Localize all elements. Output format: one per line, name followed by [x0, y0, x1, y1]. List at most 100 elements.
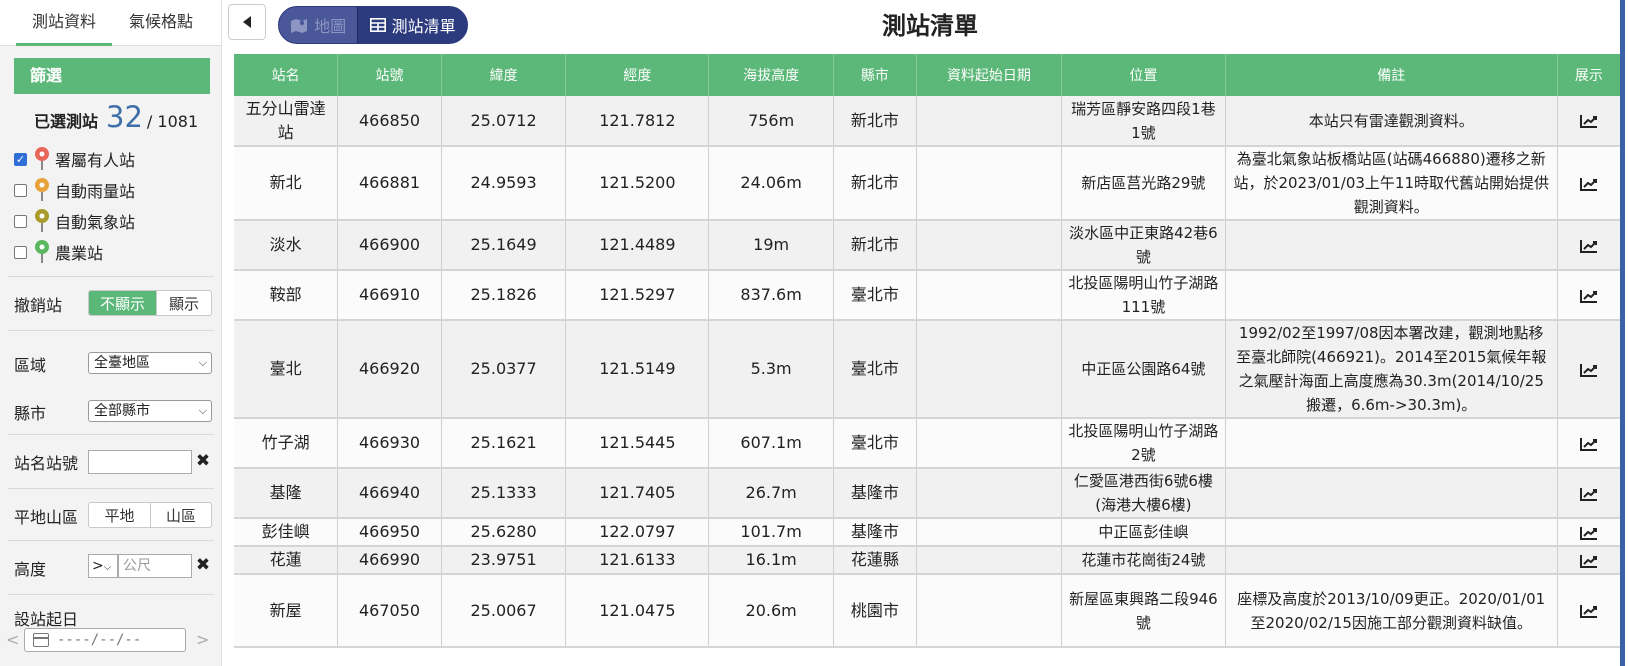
station-type-checkbox[interactable]: ✓	[14, 152, 27, 166]
show-chart-cell	[1557, 320, 1621, 419]
divider	[8, 540, 214, 541]
chevron-right-icon[interactable]: >	[196, 630, 209, 649]
data-start-date-cell	[916, 270, 1062, 321]
station-type-checkbox[interactable]	[14, 245, 27, 259]
chevron-down-icon: ⌵	[198, 404, 207, 417]
station-id-cell: 466920	[337, 320, 442, 419]
table-row[interactable]: 新北 466881 24.9593 121.5200 24.06m 新北市 新店區莒光路29…	[234, 146, 1621, 221]
start-date-label: 設站起日	[14, 610, 79, 629]
olive-pin-icon	[35, 209, 49, 232]
station-type-row[interactable]: ✓ 署屬有人站	[14, 146, 135, 172]
filter-header: 篩選	[14, 58, 210, 94]
table-row[interactable]: 花蓮 466990 23.9751 121.6133 16.1m 花蓮縣 花蓮市花崗街24號	[234, 546, 1621, 575]
clear-altitude-icon[interactable]: ✖	[194, 555, 212, 575]
column-header: 位置	[1061, 54, 1226, 96]
map-view-button[interactable]: 地圖	[279, 7, 359, 43]
chevron-left-icon[interactable]: <	[6, 630, 19, 649]
table-header-row: 站名 站號 緯度 經度 海拔高度 縣市 資料起始日期 位置 備註 展示	[234, 54, 1621, 96]
location-cell: 花蓮市花崗街24號	[1061, 546, 1226, 575]
column-header: 站號	[337, 54, 442, 96]
data-start-date-cell	[916, 418, 1062, 469]
altitude-cell: 607.1m	[708, 418, 834, 469]
table-row[interactable]: 鞍部 466910 25.1826 121.5297 837.6m 臺北市 北投區陽明山竹子…	[234, 270, 1621, 321]
county-cell: 基隆市	[833, 518, 917, 547]
station-type-checkbox[interactable]	[14, 183, 27, 197]
line-chart-icon[interactable]	[1579, 554, 1598, 568]
column-header: 海拔高度	[708, 54, 834, 96]
county-cell: 臺北市	[833, 418, 917, 469]
line-chart-icon[interactable]	[1579, 114, 1598, 128]
selected-stations-summary: 已選測站 32 / 1081	[34, 100, 198, 140]
tab-climate-grid[interactable]: 氣候格點	[116, 0, 206, 46]
calendar-icon	[33, 633, 49, 647]
line-chart-icon[interactable]	[1579, 239, 1598, 253]
start-date-input[interactable]: ----/--/--	[24, 628, 186, 652]
data-start-date-cell	[916, 468, 1062, 519]
altitude-cell: 20.6m	[708, 574, 834, 648]
station-type-label: 自動氣象站	[55, 213, 136, 232]
latitude-cell: 23.9751	[441, 546, 567, 575]
line-chart-icon[interactable]	[1579, 289, 1598, 303]
line-chart-icon[interactable]	[1579, 604, 1598, 618]
station-name-cell: 臺北	[234, 320, 339, 419]
show-chart-cell	[1557, 270, 1621, 321]
line-chart-icon[interactable]	[1579, 363, 1598, 377]
selected-label: 已選測站	[34, 112, 99, 131]
county-cell: 新北市	[833, 96, 917, 147]
altitude-input[interactable]: 公尺	[118, 554, 192, 578]
column-header: 展示	[1557, 54, 1621, 96]
tab-station-data[interactable]: 測站資料	[16, 0, 112, 46]
longitude-cell: 121.5149	[565, 320, 710, 419]
name-id-input[interactable]	[88, 450, 192, 474]
divider	[8, 276, 214, 277]
revoked-show-button[interactable]: 顯示	[155, 291, 211, 315]
longitude-cell: 122.0797	[565, 518, 710, 547]
selected-count: 32	[106, 100, 143, 134]
remarks-cell	[1225, 220, 1558, 271]
page-title: 測站清單	[882, 12, 978, 40]
table-row[interactable]: 臺北 466920 25.0377 121.5149 5.3m 臺北市 中正區公園路64號 1…	[234, 320, 1621, 419]
station-name-cell: 五分山雷達站	[234, 96, 339, 147]
station-type-label: 自動雨量站	[55, 182, 136, 201]
table-row[interactable]: 五分山雷達站 466850 25.0712 121.7812 756m 新北市 瑞芳區靜安路…	[234, 96, 1621, 147]
line-chart-icon[interactable]	[1579, 526, 1598, 540]
station-type-row[interactable]: 農業站	[14, 239, 103, 265]
longitude-cell: 121.0475	[565, 574, 710, 648]
line-chart-icon[interactable]	[1579, 437, 1598, 451]
terrain-flat-button[interactable]: 平地	[89, 503, 150, 527]
county-select[interactable]: 全部縣市 ⌵	[88, 400, 212, 422]
line-chart-icon[interactable]	[1579, 177, 1598, 191]
list-view-button[interactable]: 測站清單	[358, 7, 467, 43]
remarks-cell	[1225, 468, 1558, 519]
location-cell: 中正區彭佳嶼	[1061, 518, 1226, 547]
region-select[interactable]: 全臺地區 ⌵	[88, 352, 212, 374]
table-row[interactable]: 淡水 466900 25.1649 121.4489 19m 新北市 淡水區中正東路42巷6…	[234, 220, 1621, 271]
altitude-operator-select[interactable]: >⌵	[88, 554, 118, 578]
table-row[interactable]: 竹子湖 466930 25.1621 121.5445 607.1m 臺北市 北投區陽明山竹…	[234, 418, 1621, 469]
station-type-row[interactable]: 自動雨量站	[14, 177, 135, 203]
latitude-cell: 25.0067	[441, 574, 567, 648]
station-id-cell: 466850	[337, 96, 442, 147]
station-type-checkbox[interactable]	[14, 214, 27, 228]
terrain-mountain-button[interactable]: 山區	[149, 503, 211, 527]
orange-pin-icon	[35, 178, 49, 201]
clear-name-id-icon[interactable]: ✖	[194, 451, 212, 471]
map-icon	[291, 19, 308, 33]
location-cell: 瑞芳區靜安路四段1巷1號	[1061, 96, 1226, 147]
table-row[interactable]: 基隆 466940 25.1333 121.7405 26.7m 基隆市 仁愛區港西街6號6…	[234, 468, 1621, 519]
remarks-cell: 為臺北氣象站板橋站區(站碼466880)遷移之新站，於2023/01/03上午1…	[1225, 146, 1558, 221]
table-row[interactable]: 新屋 467050 25.0067 121.0475 20.6m 桃園市 新屋區東興路二段9…	[234, 574, 1621, 648]
sidebar: 測站資料 氣候格點 篩選 已選測站 32 / 1081 ✓ 署屬有人站自動雨量站自…	[0, 0, 222, 666]
table-row[interactable]: 彭佳嶼 466950 25.6280 122.0797 101.7m 基隆市 中正區彭佳嶼	[234, 518, 1621, 547]
collapse-sidebar-button[interactable]	[228, 4, 266, 40]
data-start-date-cell	[916, 320, 1062, 419]
latitude-cell: 25.1621	[441, 418, 567, 469]
county-cell: 桃園市	[833, 574, 917, 648]
line-chart-icon[interactable]	[1579, 487, 1598, 501]
station-type-row[interactable]: 自動氣象站	[14, 208, 135, 234]
latitude-cell: 25.0712	[441, 96, 567, 147]
data-start-date-cell	[916, 96, 1062, 147]
show-chart-cell	[1557, 574, 1621, 648]
revoked-hide-button[interactable]: 不顯示	[89, 291, 156, 315]
latitude-cell: 25.1333	[441, 468, 567, 519]
